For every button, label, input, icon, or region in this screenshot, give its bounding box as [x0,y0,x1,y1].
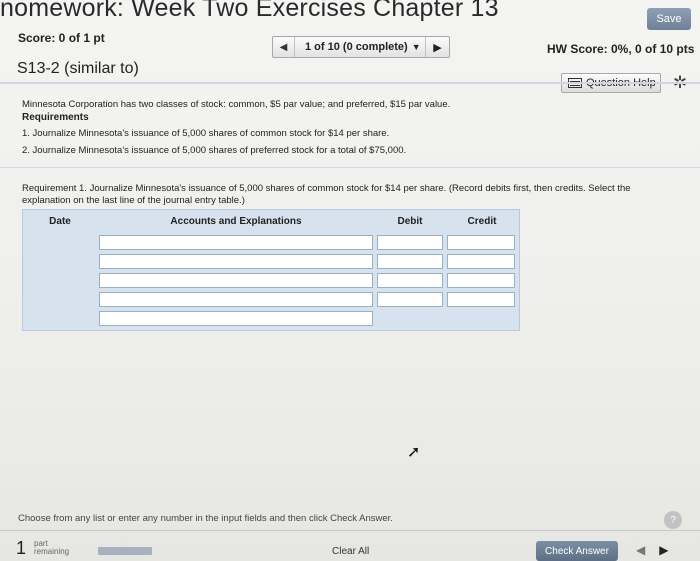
requirements-heading: Requirements [22,112,89,123]
debit-input[interactable] [377,254,443,269]
column-header-credit: Credit [467,215,497,227]
journal-entry-table: Date Accounts and Explanations Debit Cre… [22,209,520,331]
table-row [23,233,519,252]
credit-input[interactable] [447,292,515,307]
triangle-left-icon[interactable]: ◀ [636,543,645,557]
credit-input[interactable] [447,273,515,288]
triangle-right-icon[interactable]: ▶ [659,543,668,557]
account-input[interactable] [99,273,373,288]
problem-statement: Minnesota Corporation has two classes of… [22,99,451,110]
question-navigator: ◀ 1 of 10 (0 complete) ▼ ▶ [272,36,450,58]
parts-remaining-count: 1 [16,538,27,558]
explanation-input[interactable] [99,311,373,326]
requirement-item: 2. Journalize Minnesota's issuance of 5,… [22,145,407,156]
question-selector[interactable]: 1 of 10 (0 complete) ▼ [295,41,425,53]
next-question-button[interactable]: ▶ [425,37,449,57]
column-header-debit: Debit [397,215,423,227]
credit-input[interactable] [447,235,515,250]
account-input[interactable] [99,254,373,269]
column-header-accounts: Accounts and Explanations [170,215,302,227]
caret-down-icon: ▼ [411,42,421,52]
triangle-left-icon: ◀ [279,41,288,53]
problem-id: S13-2 (similar to) [17,60,139,77]
section-divider [0,167,700,168]
requirement-item: 1. Journalize Minnesota's issuance of 5,… [22,128,390,139]
footer-divider [0,530,700,531]
mouse-pointer-icon: ➚ [407,444,421,461]
column-header-date: Date [49,215,71,227]
account-input[interactable] [99,292,373,307]
homework-score: HW Score: 0%, 0 of 10 pts [547,42,695,56]
credit-input[interactable] [447,254,515,269]
requirement-instruction: Requirement 1. Journalize Minnesota's is… [22,183,631,206]
previous-question-button[interactable]: ◀ [273,37,295,57]
save-button[interactable]: Save [647,8,691,30]
clear-all-button[interactable]: Clear All [332,546,369,557]
header-divider [0,82,700,84]
help-icon[interactable]: ? [664,511,682,529]
check-answer-button[interactable]: Check Answer [536,541,618,561]
assignment-title: nomework: Week Two Exercises Chapter 13 [0,0,499,22]
question-selector-label: 1 of 10 (0 complete) [305,41,408,53]
footer-instruction: Choose from any list or enter any number… [18,513,393,524]
parts-label-line: remaining [34,547,70,556]
table-row [23,271,519,290]
table-row [23,252,519,271]
footer-navigation: ◀ ▶ [636,543,668,557]
account-input[interactable] [99,235,373,250]
debit-input[interactable] [377,292,443,307]
parts-remaining-label: part remaining [34,540,69,556]
table-row [23,309,519,328]
triangle-right-icon: ▶ [433,41,442,54]
debit-input[interactable] [377,235,443,250]
debit-input[interactable] [377,273,443,288]
question-score: Score: 0 of 1 pt [18,31,105,45]
parts-progress-bar [98,547,152,555]
table-row [23,290,519,309]
